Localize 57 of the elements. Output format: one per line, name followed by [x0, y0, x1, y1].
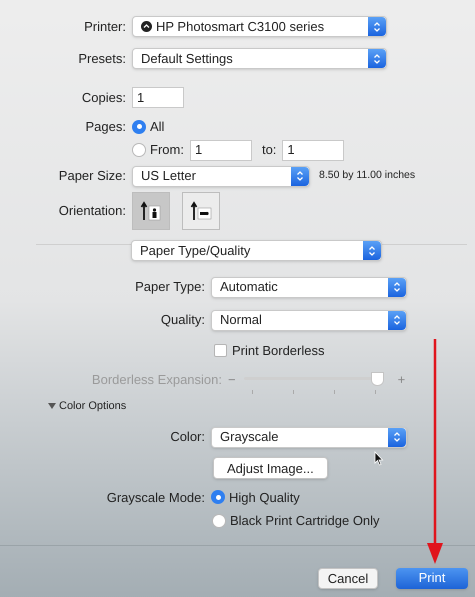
section-label: Color Options [59, 399, 126, 414]
adjust-image-button[interactable]: Adjust Image... [213, 457, 328, 480]
field-label: Paper Type: [134, 278, 205, 296]
field-label: Color: [169, 428, 205, 446]
text-field[interactable]: 1 [190, 140, 252, 160]
paper-size-dropdown[interactable]: US Letter [132, 166, 310, 186]
checkbox-label: Print Borderless [232, 342, 324, 360]
field-label: Paper Size: [58, 167, 126, 186]
printer-dropdown[interactable]: HP Photosmart C3100 series [132, 16, 387, 37]
field-label: Presets: [77, 50, 126, 68]
stepper-icon [368, 17, 386, 36]
portrait-page-icon [140, 200, 162, 222]
stepper-icon [291, 166, 309, 186]
cancel-button[interactable]: Cancel [318, 568, 378, 588]
field-label: Quality: [160, 311, 205, 330]
presets-dropdown[interactable]: Default Settings [132, 48, 387, 69]
tick-mark [374, 390, 376, 394]
checkbox[interactable] [214, 344, 227, 357]
disclosure-triangle-icon[interactable] [48, 402, 56, 410]
color-dropdown[interactable]: Grayscale [211, 426, 407, 448]
radio-button[interactable] [132, 120, 146, 134]
panel-dropdown[interactable]: Paper Type/Quality [131, 240, 382, 261]
text-field[interactable]: 1 [282, 140, 344, 160]
stepper-icon [388, 278, 406, 296]
tick-mark [334, 390, 335, 394]
radio-label: High Quality [229, 488, 300, 507]
landscape-page-icon [190, 200, 212, 222]
stepper-icon [368, 49, 386, 68]
tick-mark [292, 390, 294, 394]
quality-dropdown[interactable]: Normal [211, 310, 407, 330]
radio-button[interactable] [132, 143, 146, 157]
text-field[interactable]: 1 [132, 87, 184, 108]
radio-button[interactable] [212, 514, 226, 528]
radio-label: From: [150, 141, 184, 160]
field-label: Borderless Expansion: [90, 371, 222, 390]
field-label: Orientation: [58, 202, 126, 220]
landscape-orientation-button[interactable] [182, 192, 220, 230]
field-label: to: [262, 141, 276, 160]
paper-type-dropdown[interactable]: Automatic [211, 276, 407, 298]
stepper-icon [388, 310, 406, 330]
radio-button[interactable] [211, 490, 225, 504]
field-label: Grayscale Mode: [106, 488, 205, 507]
print-button[interactable]: Print [396, 568, 468, 588]
stepper-icon [363, 241, 381, 260]
printer-status-icon [141, 21, 152, 32]
minus-icon: − [228, 370, 236, 390]
radio-label: Black Print Cartridge Only [230, 512, 380, 530]
field-label: Printer: [83, 18, 126, 36]
stepper-icon [388, 428, 406, 446]
field-label: Pages: [84, 118, 126, 136]
cursor-icon [374, 451, 384, 466]
portrait-orientation-button[interactable] [132, 192, 170, 230]
tick-mark [252, 390, 253, 394]
plus-icon: + [398, 370, 406, 390]
radio-label: All [150, 118, 164, 136]
field-label: Copies: [80, 88, 126, 107]
paper-dimensions: 8.50 by 11.00 inches [319, 168, 416, 184]
